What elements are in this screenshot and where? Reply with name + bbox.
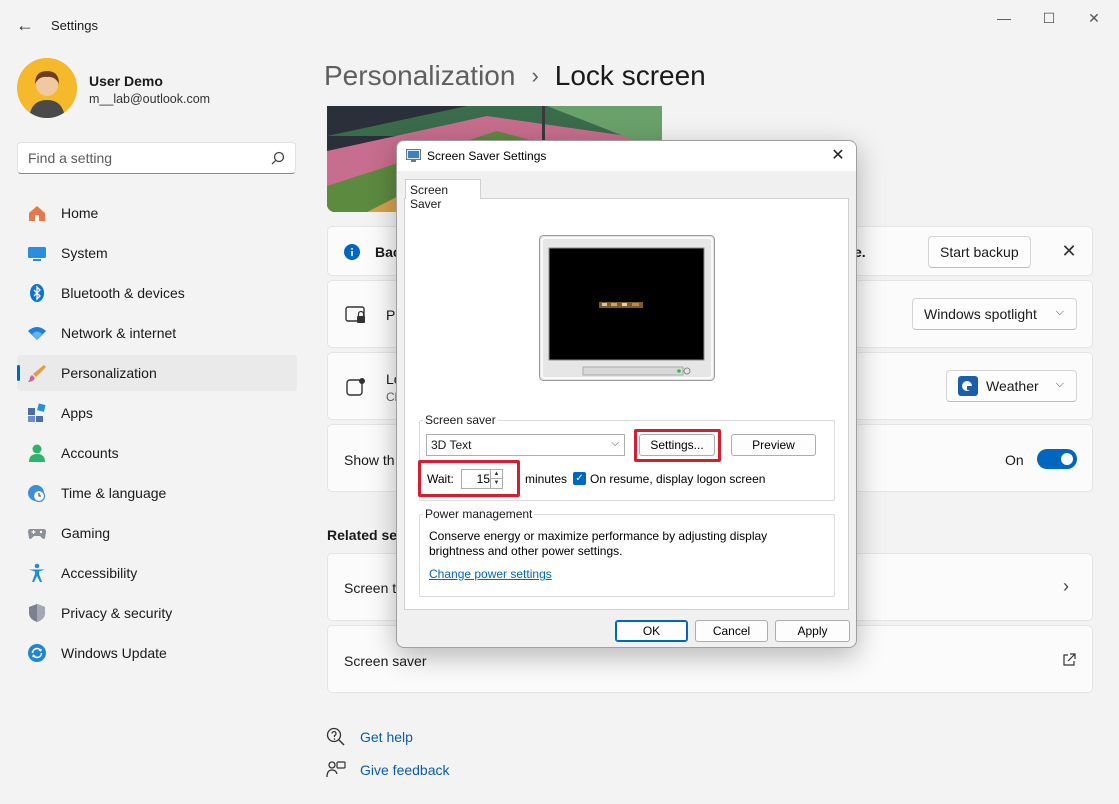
minutes-label: minutes: [525, 472, 568, 486]
app-title: Settings: [51, 18, 98, 33]
apply-button[interactable]: Apply: [775, 620, 850, 642]
sidebar-nav: Home System Bluetooth & devices Network …: [17, 195, 297, 675]
toggle-state-label: On: [1005, 452, 1024, 468]
wait-label: Wait:: [427, 472, 454, 486]
apps-icon: [27, 403, 47, 423]
wait-minutes-input[interactable]: [462, 470, 492, 488]
brush-icon: [27, 363, 47, 383]
dialog-title-bar: Screen Saver Settings ✕: [397, 141, 856, 171]
update-icon: [27, 643, 47, 663]
system-icon: [27, 243, 47, 263]
clock-globe-icon: [27, 483, 47, 503]
sidebar-item-bluetooth[interactable]: Bluetooth & devices: [17, 275, 297, 311]
show-background-title: Show th: [344, 452, 395, 468]
user-email: m__lab@outlook.com: [89, 92, 211, 106]
tab-screen-saver[interactable]: Screen Saver: [405, 179, 481, 211]
sidebar-item-privacy[interactable]: Privacy & security: [17, 595, 297, 631]
change-power-settings-link[interactable]: Change power settings: [429, 567, 552, 581]
search-icon: [271, 151, 285, 165]
screen-saver-settings-dialog: Screen Saver Settings ✕ Screen Saver Scr…: [396, 140, 857, 648]
dialog-title: Screen Saver Settings: [427, 149, 547, 163]
ok-button[interactable]: OK: [615, 620, 688, 642]
close-window-icon[interactable]: ✕: [1079, 8, 1109, 28]
power-management-label: Power management: [423, 507, 535, 521]
preview-button[interactable]: Preview: [731, 434, 816, 456]
dialog-tab-panel: Screen saver 3D Text ⌵ Settings... Previ…: [404, 198, 849, 610]
spin-up-icon[interactable]: ▲: [491, 470, 502, 479]
avatar[interactable]: [17, 58, 77, 118]
chevron-right-icon: ›: [1063, 576, 1069, 596]
start-backup-button[interactable]: Start backup: [928, 236, 1031, 268]
sidebar-item-windows-update[interactable]: Windows Update: [17, 635, 297, 671]
accessibility-icon: [27, 563, 47, 583]
lock-screen-status-dropdown[interactable]: Weather ⌵: [946, 370, 1077, 402]
screen-saver-group-label: Screen saver: [423, 413, 498, 427]
user-name: User Demo: [89, 73, 163, 89]
dismiss-banner-icon[interactable]: ✕: [1059, 241, 1079, 261]
get-help-link[interactable]: Get help: [326, 727, 413, 747]
breadcrumb: Personalization › Lock screen: [324, 60, 706, 92]
title-bar: ← Settings — ☐ ✕: [0, 0, 1119, 50]
power-management-text: Conserve energy or maximize performance …: [429, 529, 768, 558]
sidebar-item-personalization[interactable]: Personalization: [17, 355, 297, 391]
wait-minutes-spinner[interactable]: ▲ ▼: [461, 469, 503, 489]
chevron-down-icon: ⌵: [1055, 378, 1064, 390]
sidebar-item-home[interactable]: Home: [17, 195, 297, 231]
chevron-down-icon: ⌵: [1055, 306, 1064, 318]
maximize-icon[interactable]: ☐: [1034, 8, 1064, 28]
screen-saver-select[interactable]: 3D Text ⌵: [426, 434, 625, 456]
sidebar-item-network[interactable]: Network & internet: [17, 315, 297, 351]
sidebar-item-accounts[interactable]: Accounts: [17, 435, 297, 471]
show-background-toggle[interactable]: [1037, 449, 1077, 469]
search-input[interactable]: [18, 143, 258, 173]
home-icon: [27, 203, 47, 223]
related-settings-heading: Related set: [327, 527, 402, 543]
status-icon: [346, 378, 365, 396]
bluetooth-icon: [27, 283, 47, 303]
breadcrumb-parent[interactable]: Personalization: [324, 60, 515, 92]
sidebar-item-time-language[interactable]: Time & language: [17, 475, 297, 511]
info-icon: [344, 244, 360, 260]
help-icon: [326, 727, 345, 746]
give-feedback-link[interactable]: Give feedback: [326, 760, 450, 780]
breadcrumb-separator: ›: [531, 63, 539, 88]
sidebar-item-gaming[interactable]: Gaming: [17, 515, 297, 551]
cancel-button[interactable]: Cancel: [695, 620, 768, 642]
back-arrow-icon[interactable]: ←: [14, 14, 36, 36]
resume-logon-checkbox[interactable]: ✓: [573, 472, 586, 485]
spinner-buttons[interactable]: ▲ ▼: [490, 470, 502, 488]
wifi-icon: [27, 323, 47, 343]
page-title: Lock screen: [554, 60, 706, 91]
accounts-icon: [27, 443, 47, 463]
chevron-down-icon: ⌵: [611, 438, 619, 449]
lock-screen-icon: [345, 306, 365, 323]
sidebar-item-apps[interactable]: Apps: [17, 395, 297, 431]
sidebar-item-accessibility[interactable]: Accessibility: [17, 555, 297, 591]
screen-saver-preview-monitor: [539, 235, 715, 381]
feedback-icon: [326, 761, 346, 778]
weather-icon: [958, 376, 978, 396]
search-box[interactable]: [17, 142, 296, 174]
screen-saver-title: Screen saver: [344, 653, 427, 669]
dialog-close-icon[interactable]: ✕: [828, 145, 848, 167]
shield-icon: [27, 603, 47, 623]
screen-timeout-title: Screen ti: [344, 580, 400, 596]
external-link-icon: [1063, 653, 1076, 666]
screen-saver-app-icon: [406, 149, 421, 162]
sidebar-item-system[interactable]: System: [17, 235, 297, 271]
screen-saver-settings-button[interactable]: Settings...: [639, 434, 715, 456]
gamepad-icon: [27, 523, 47, 543]
minimize-icon[interactable]: —: [989, 8, 1019, 28]
lock-screen-mode-dropdown[interactable]: Windows spotlight ⌵: [912, 298, 1077, 330]
spin-down-icon[interactable]: ▼: [491, 479, 502, 488]
resume-logon-label: On resume, display logon screen: [590, 472, 766, 486]
